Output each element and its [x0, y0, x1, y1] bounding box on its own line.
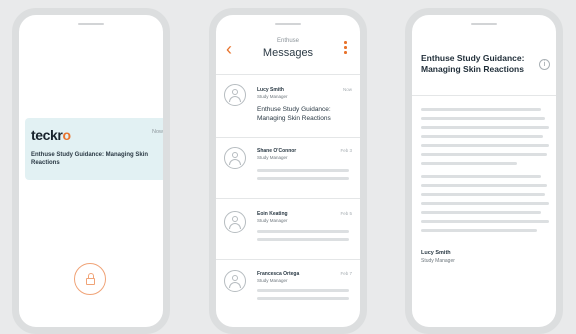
avatar — [224, 270, 246, 292]
header-supertitle: Enthuse — [276, 38, 300, 44]
sender-name: Shane O'Connor — [257, 148, 297, 154]
body-placeholder-line — [421, 126, 549, 129]
body-placeholder-line — [421, 175, 541, 178]
body-placeholder-line — [421, 220, 549, 223]
message-time: Now — [342, 87, 352, 92]
preview-placeholder-line — [257, 289, 349, 292]
sender-name: Francesca Ortega — [257, 271, 300, 277]
message-title: Enthuse Study Guidance: Managing Skin Re… — [421, 53, 525, 74]
notification-text: Enthuse Study Guidance: Managing Skin Re… — [31, 152, 149, 166]
messages-list-phone: ‹ Enthuse Messages Lucy Smith Study Mana… — [209, 8, 367, 334]
body-placeholder-line — [421, 202, 549, 205]
preview-placeholder-line — [257, 169, 349, 172]
message-time: Feb 7 — [340, 271, 352, 276]
app-logo: teckro — [31, 127, 71, 143]
message-time: Feb 3 — [340, 148, 352, 153]
preview-placeholder-line — [257, 238, 349, 241]
message-preview: Enthuse Study Guidance: Managing Skin Re… — [257, 106, 331, 122]
message-time: Feb 5 — [340, 211, 352, 216]
body-placeholder-line — [421, 162, 517, 165]
push-notification[interactable]: teckro Now Enthuse Study Guidance: Manag… — [25, 118, 163, 180]
phone-speaker — [471, 23, 497, 25]
body-placeholder-line — [421, 135, 543, 138]
divider — [412, 95, 556, 96]
preview-placeholder-line — [257, 297, 349, 300]
preview-placeholder-line — [257, 230, 349, 233]
body-placeholder-line — [421, 229, 537, 232]
body-placeholder-line — [421, 211, 541, 214]
body-placeholder-line — [421, 184, 547, 187]
sender-name: Lucy Smith — [257, 87, 284, 93]
body-placeholder-line — [421, 153, 547, 156]
phone-speaker — [78, 23, 104, 25]
body-placeholder-line — [421, 193, 545, 196]
body-placeholder-line — [421, 144, 549, 147]
sender-name: Eoin Keating — [257, 211, 288, 217]
notification-time: Now — [151, 129, 163, 135]
avatar — [224, 211, 246, 233]
preview-placeholder-line — [257, 177, 349, 180]
sender-role: Study Manager — [421, 258, 455, 264]
message-list-item[interactable]: Shane O'Connor Study Manager Feb 3 — [216, 137, 360, 199]
body-placeholder-line — [421, 117, 545, 120]
body-placeholder-line — [421, 108, 541, 111]
lock-screen-phone: teckro Now Enthuse Study Guidance: Manag… — [12, 8, 170, 334]
sender-name: Lucy Smith — [421, 250, 451, 256]
avatar — [224, 147, 246, 169]
app-logo-text: teckro — [31, 127, 71, 143]
avatar — [224, 84, 246, 106]
sender-role: Study Manager — [257, 278, 288, 283]
page-title: Messages — [262, 47, 314, 59]
phone-speaker — [275, 23, 301, 25]
message-list-item[interactable]: Lucy Smith Study Manager Now Enthuse Stu… — [216, 74, 360, 138]
message-detail-phone: Enthuse Study Guidance: Managing Skin Re… — [405, 8, 563, 334]
message-list-item[interactable]: Francesca Ortega Study Manager Feb 7 — [216, 259, 360, 327]
info-icon[interactable]: i — [539, 59, 550, 70]
sender-role: Study Manager — [257, 94, 288, 99]
unlock-button[interactable] — [74, 263, 106, 295]
sender-role: Study Manager — [257, 218, 288, 223]
kebab-menu-icon[interactable] — [344, 41, 347, 56]
sender-role: Study Manager — [257, 155, 288, 160]
message-list-item[interactable]: Eoin Keating Study Manager Feb 5 — [216, 198, 360, 260]
